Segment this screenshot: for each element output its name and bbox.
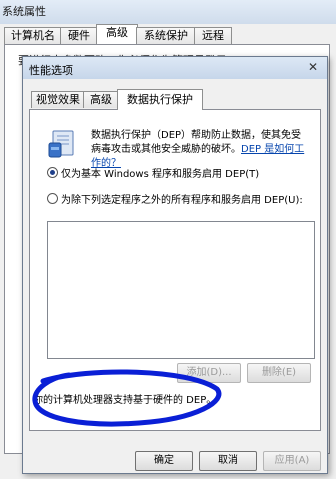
remove-button[interactable]: 删除(E) <box>247 363 311 383</box>
close-icon[interactable]: ✕ <box>305 60 321 74</box>
tab-advanced[interactable]: 高级 <box>96 24 138 45</box>
system-properties-titlebar: 系统属性 <box>0 0 336 24</box>
radio-essential-only[interactable] <box>47 167 58 178</box>
cancel-button[interactable]: 取消 <box>199 451 257 471</box>
apply-button[interactable]: 应用(A) <box>263 451 321 471</box>
tab-visual-effects[interactable]: 视觉效果 <box>31 91 85 108</box>
radio-all-except-label[interactable]: 为除下列选定程序之外的所有程序和服务启用 DEP(U): <box>61 191 303 206</box>
system-properties-title: 系统属性 <box>2 5 46 18</box>
tab-dep[interactable]: 数据执行保护 <box>117 89 203 110</box>
tab-system-protection[interactable]: 系统保护 <box>136 27 196 44</box>
dep-shield-icon <box>48 130 74 158</box>
performance-options-dialog: 性能选项 ✕ 视觉效果 高级 数据执行保护 数据执行保护（DEP）帮助防止数据，… <box>22 56 328 474</box>
program-exception-list[interactable] <box>47 221 315 359</box>
dialog-title: 性能选项 <box>29 64 73 77</box>
radio-essential-only-label[interactable]: 仅为基本 Windows 程序和服务启用 DEP(T) <box>61 165 259 180</box>
tab-remote[interactable]: 远程 <box>194 27 232 44</box>
tab-hardware[interactable]: 硬件 <box>60 27 98 44</box>
dialog-titlebar: 性能选项 ✕ <box>23 57 327 79</box>
tab-advanced[interactable]: 高级 <box>83 91 119 108</box>
ok-button[interactable]: 确定 <box>135 451 193 471</box>
tab-computer-name[interactable]: 计算机名 <box>4 27 62 44</box>
annotation-ellipse <box>32 369 222 427</box>
radio-all-except[interactable] <box>47 193 58 204</box>
